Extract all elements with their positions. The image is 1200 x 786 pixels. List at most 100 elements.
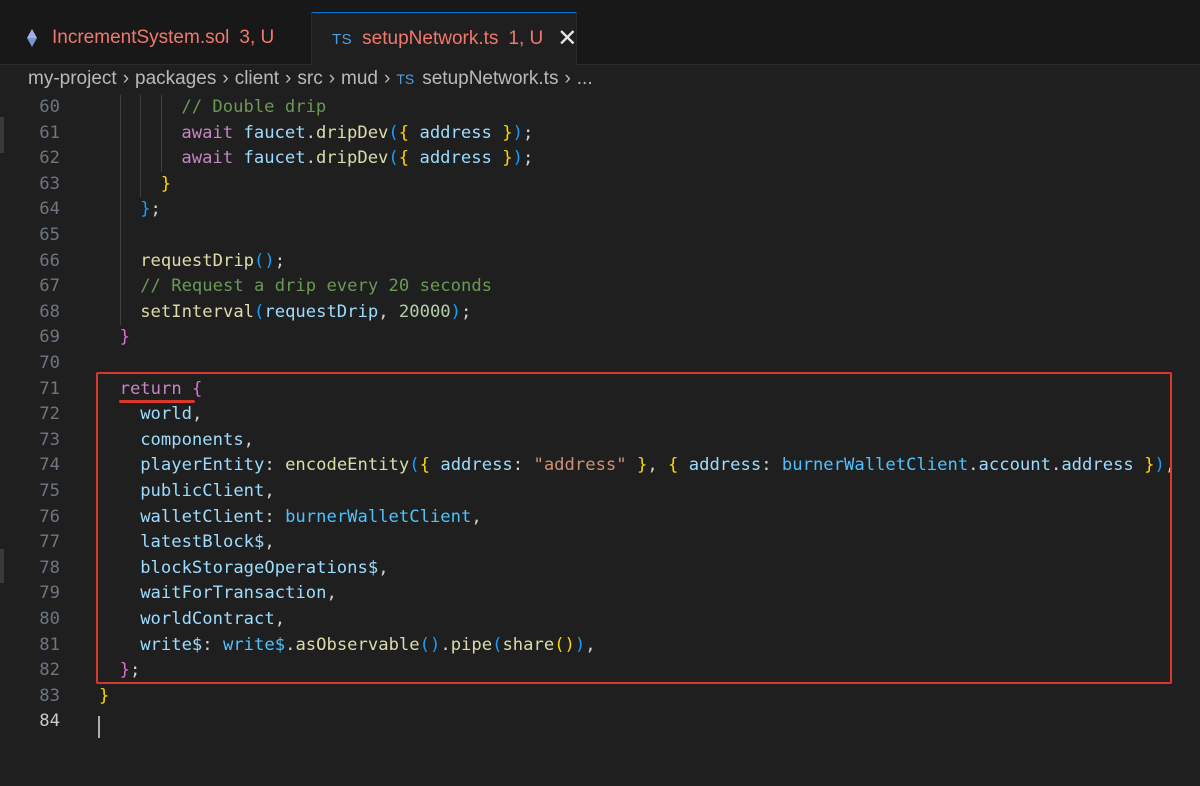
code-token: ( (388, 148, 399, 169)
indent-guide (119, 248, 121, 275)
indent-guide (160, 95, 162, 121)
code-token: } (160, 173, 172, 194)
text-cursor (98, 716, 100, 738)
code-token: } (99, 685, 110, 706)
code-token: ( (388, 122, 399, 143)
line-number: 63 (39, 173, 60, 194)
tab-status: 3, U (239, 27, 275, 48)
indent-guide (119, 120, 121, 147)
code-text: } (120, 325, 130, 351)
line-number: 72 (39, 404, 60, 425)
code-line[interactable]: 63} (0, 171, 1200, 198)
solidity-icon (26, 29, 38, 47)
line-number: 68 (39, 301, 60, 322)
line-number: 69 (39, 327, 60, 348)
code-text: // Double drip (181, 95, 326, 121)
line-number: 78 (39, 557, 60, 578)
code-token: // Double drip (181, 97, 327, 117)
code-token: faucet (243, 122, 306, 143)
code-token: ( (254, 301, 265, 322)
breadcrumb-item[interactable]: client (235, 68, 279, 90)
breadcrumb-item[interactable]: my-project (28, 68, 117, 90)
code-line[interactable]: 66 requestDrip(); (0, 248, 1200, 275)
breadcrumb-file[interactable]: setupNetwork.ts (422, 68, 558, 90)
code-token: { (398, 122, 410, 143)
chevron-right-icon: › (122, 68, 130, 89)
typescript-icon: TS (396, 71, 415, 87)
line-number: 81 (39, 634, 60, 655)
chevron-right-icon: › (222, 68, 229, 89)
code-line[interactable]: 68 setInterval(requestDrip, 20000); (0, 299, 1200, 326)
code-text: requestDrip(); (140, 249, 285, 275)
indent-guide (119, 171, 121, 198)
code-line[interactable]: 67 // Request a drip every 20 seconds (0, 274, 1200, 300)
indent-guide (119, 197, 121, 223)
breadcrumb-item[interactable]: src (297, 68, 322, 90)
code-token: dripDev (315, 148, 389, 169)
tab-bar: IncrementSystem.sol 3, U TS setupNetwork… (0, 0, 1200, 65)
code-token: ) (512, 148, 523, 169)
code-token: faucet (243, 148, 306, 169)
tab-status: 1, U (508, 28, 544, 49)
breadcrumb-item[interactable]: packages (135, 68, 216, 90)
code-token: await (181, 122, 234, 143)
indent-guide (140, 120, 142, 147)
code-token: , (378, 301, 399, 322)
code-token: ) (450, 301, 462, 322)
code-line[interactable]: 84 (0, 709, 1200, 735)
code-line[interactable]: 69} (0, 325, 1200, 351)
code-line[interactable]: 60 // Double drip (0, 95, 1200, 121)
code-token: } (140, 199, 151, 220)
line-number: 66 (39, 250, 60, 271)
indent-guide (140, 146, 142, 172)
line-number: 62 (39, 148, 60, 169)
line-number: 82 (39, 660, 60, 681)
code-editor[interactable]: 60// Double drip 61 await faucet.dripDev({… (0, 93, 1200, 786)
code-token: . (305, 122, 316, 143)
chevron-right-icon: › (564, 68, 571, 89)
code-token: ; (150, 199, 161, 220)
code-text: } (161, 172, 171, 198)
code-token: address (419, 148, 492, 169)
code-token: address (419, 122, 492, 143)
code-line[interactable]: 65 (0, 223, 1200, 249)
highlight-box (96, 372, 1172, 684)
line-number: 75 (39, 481, 60, 501)
indent-guide (140, 171, 142, 198)
tab-setup-network[interactable]: TS setupNetwork.ts 1, U ✕ (311, 12, 577, 65)
indent-guide (160, 146, 162, 172)
chevron-right-icon: › (328, 68, 336, 89)
chevron-right-icon: › (285, 68, 292, 89)
code-line[interactable]: 61 await faucet.dripDev({ address }); (0, 120, 1200, 147)
close-icon[interactable]: ✕ (557, 27, 577, 51)
code-line[interactable]: 83} (0, 684, 1200, 710)
breadcrumb-item[interactable]: mud (341, 68, 378, 90)
line-number: 60 (39, 97, 60, 117)
line-number: 61 (39, 122, 60, 143)
breadcrumb-more[interactable]: ... (577, 68, 593, 90)
code-token: requestDrip (140, 250, 255, 271)
code-token: } (119, 327, 130, 348)
code-text: setInterval(requestDrip, 20000); (140, 300, 471, 326)
line-number: 71 (39, 378, 60, 399)
indent-guide (119, 223, 121, 249)
code-text: } (99, 684, 109, 710)
code-line[interactable]: 62 await faucet.dripDev({ address }); (0, 146, 1200, 172)
line-number: 74 (39, 455, 60, 476)
indent-guide (140, 95, 142, 121)
code-token: () (254, 250, 275, 271)
code-token: . (305, 148, 316, 169)
code-token: await (181, 148, 234, 169)
code-token: setInterval (140, 301, 255, 322)
indent-guide (119, 146, 121, 172)
code-line[interactable]: 64}; (0, 197, 1200, 223)
code-token: ) (512, 122, 523, 143)
code-token: ; (274, 250, 286, 271)
tab-increment-system[interactable]: IncrementSystem.sol 3, U (0, 12, 310, 64)
code-token: // Request a drip every 20 seconds (140, 276, 493, 297)
